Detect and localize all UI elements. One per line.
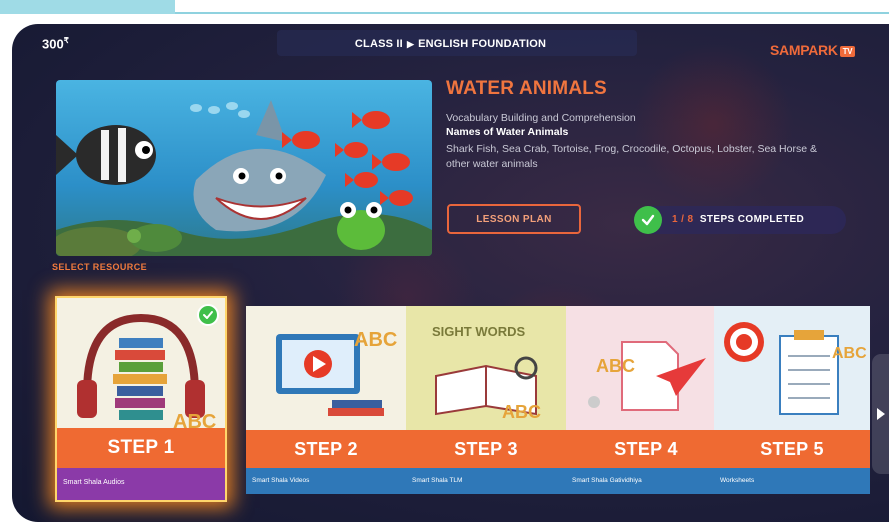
resource-name: Smart Shala Videos [246,468,406,494]
steps-progress-text: 1 / 8 STEPS COMPLETED [672,214,804,225]
lesson-info: WATER ANIMALS Vocabulary Building and Co… [446,78,866,172]
small-fish-icon [190,102,250,118]
breadcrumb-class[interactable]: CLASS II [355,38,403,50]
completed-check-icon [197,304,219,326]
black-fish-icon [56,125,156,185]
top-tab-strip [0,0,175,14]
resource-name: Smart Shala TLM [406,468,566,494]
svg-text:ABC: ABC [502,402,541,422]
frog-icon [337,202,385,250]
breadcrumb-arrow-icon: ▶ [406,39,415,49]
lesson-thumbnail [56,80,432,256]
resource-name: Worksheets [714,468,870,494]
select-resource-label: SELECT RESOURCE [52,262,148,272]
worksheets-art: ABC [714,306,870,430]
lesson-subtitle: Vocabulary Building and Comprehension [446,112,636,124]
step-label: STEP 3 [406,430,566,468]
step-label: STEP 4 [566,430,726,468]
steps-label: STEPS COMPLETED [699,214,805,225]
lesson-topic: Names of Water Animals [446,126,569,138]
steps-count: 1 / 8 [672,214,694,225]
step-label: STEP 5 [714,430,870,468]
shark-icon [193,100,326,232]
breadcrumb: CLASS II ▶ ENGLISH FOUNDATION [12,38,889,50]
tlm-art: SIGHT WORDS ABC [406,306,566,430]
resource-card-step-3[interactable]: SIGHT WORDS ABC STEP 3 Smart Shala TLM [406,306,566,494]
svg-text:ABC: ABC [354,329,397,351]
svg-text:SIGHT WORDS: SIGHT WORDS [432,324,525,339]
resource-card-step-4[interactable]: ABC STEP 4 Smart Shala Gatividhiya [566,306,726,494]
resource-name: Smart Shala Gatividhiya [566,468,726,494]
check-icon [634,206,662,234]
videos-art: ABC [246,306,406,430]
logo-text: SAMPARK [770,42,838,58]
steps-progress: 1 / 8 STEPS COMPLETED [634,206,846,234]
water-animals-illustration [56,100,432,256]
sampark-logo: SAMPARK TV [770,42,856,58]
step-label: STEP 1 [57,428,225,468]
lesson-title: WATER ANIMALS [446,78,607,99]
top-divider [175,12,889,14]
tv-screen: 300₹ CLASS II ▶ ENGLISH FOUNDATION SAMPARK… [12,24,889,522]
step-label: STEP 2 [246,430,406,468]
top-bar: 300₹ CLASS II ▶ ENGLISH FOUNDATION SAMPARK… [12,24,889,64]
lesson-description: Shark Fish, Sea Crab, Tortoise, Frog, Cr… [446,143,817,170]
logo-badge: TV [839,45,856,57]
resource-name: Smart Shala Audios [57,468,225,500]
resource-card-step-1[interactable]: ABC STEP 1 Smart Shala Audios [55,296,227,502]
next-resources-arrow-icon[interactable] [872,354,889,474]
breadcrumb-subject[interactable]: ENGLISH FOUNDATION [418,38,546,50]
svg-text:ABC: ABC [596,356,635,376]
svg-text:ABC: ABC [832,345,867,362]
resource-card-step-5[interactable]: ABC STEP 5 Worksheets [714,306,870,494]
activities-art: ABC [566,306,726,430]
resource-card-step-2[interactable]: ABC STEP 2 Smart Shala Videos [246,306,406,494]
lesson-plan-button[interactable]: LESSON PLAN [447,204,581,234]
